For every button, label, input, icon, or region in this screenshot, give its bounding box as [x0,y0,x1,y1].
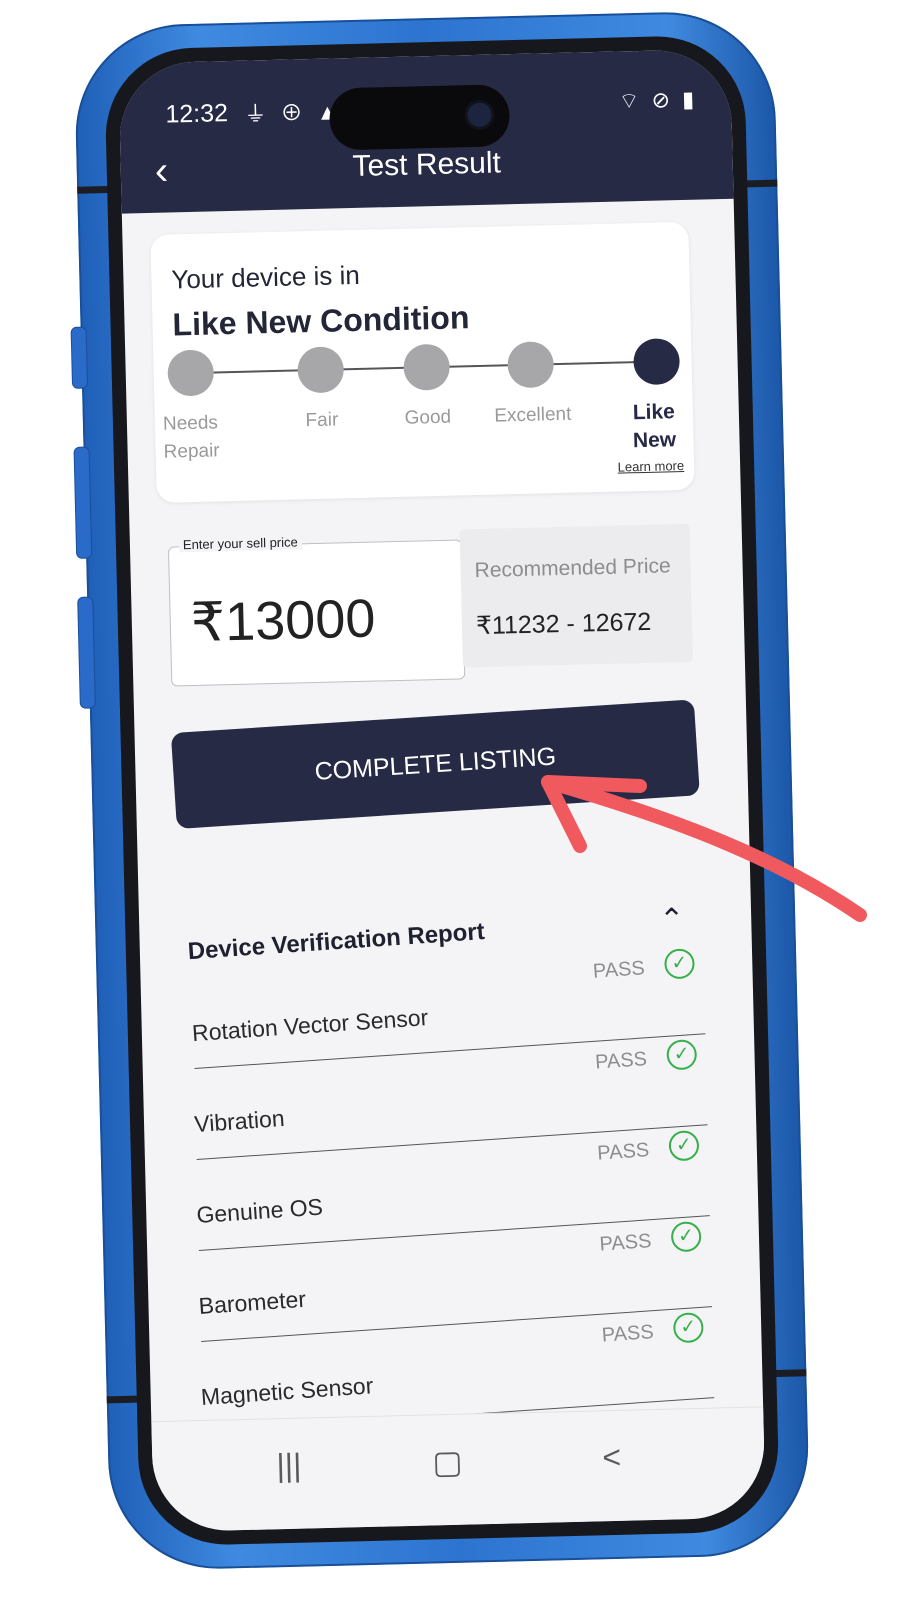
step-label-like-new: Like New [632,400,677,453]
status-time: 12:32 [165,99,229,129]
step-fair [297,346,345,394]
home-button[interactable]: ▢ [432,1443,463,1482]
step-label-good: Good [404,406,452,429]
condition-intro: Your device is in [171,259,361,295]
check-circle-icon: ✓ [670,1220,703,1253]
report-item-status: PASS [594,1048,648,1074]
report-item-name: Vibration [193,1104,286,1138]
dynamic-island [328,84,511,151]
report-title: Device Verification Report [186,918,486,966]
sell-price-input[interactable]: Enter your sell price ₹13000 [167,534,466,687]
chevron-up-icon: ⌃ [658,903,685,937]
report-item-name: Magnetic Sensor [200,1372,375,1410]
condition-title: Like New Condition [172,299,470,343]
report-item-name: Genuine OS [195,1193,324,1229]
learn-more-link[interactable]: Learn more [617,458,684,475]
page-title: Test Result [352,146,502,183]
system-back-button[interactable]: < [602,1439,622,1476]
sell-price-value: ₹13000 [190,588,377,654]
action-button [70,326,89,389]
step-label-fair: Fair [305,409,339,432]
step-like-new [633,338,681,386]
recommended-price-label: Recommended Price [474,554,671,583]
sell-price-label: Enter your sell price [178,534,302,553]
step-good [403,343,451,391]
camera-icon [467,102,492,128]
step-excellent [507,341,555,389]
condition-card: Your device is in Like New Condition Nee… [150,221,695,503]
check-circle-icon: ✓ [663,947,696,980]
app-header: 12:32 ⏚ ⊕ ▲ • ⌔ ⊘ ▮ ‹ Test Result [118,48,734,214]
report-collapse-button[interactable]: ⌃ [659,902,685,938]
report-item-status: PASS [592,957,646,983]
recommended-price-value: ₹11232 - 12672 [475,607,652,641]
step-label-excellent: Excellent [494,403,572,427]
check-circle-icon: ✓ [667,1129,700,1162]
step-label-needs-repair: Needs Repair [162,412,220,463]
system-nav-bar: ||| ▢ < [151,1406,766,1533]
volume-up-button [73,446,93,559]
check-circle-icon: ✓ [665,1038,698,1071]
phone-frame: 12:32 ⏚ ⊕ ▲ • ⌔ ⊘ ▮ ‹ Test Result Your d… [70,9,811,1572]
report-item-status: PASS [598,1230,653,1256]
screen-bezel: 12:32 ⏚ ⊕ ▲ • ⌔ ⊘ ▮ ‹ Test Result Your d… [103,34,781,1547]
report-item-status: PASS [596,1139,650,1165]
screen: 12:32 ⏚ ⊕ ▲ • ⌔ ⊘ ▮ ‹ Test Result Your d… [118,48,766,1533]
report-item-name: Rotation Vector Sensor [191,1004,429,1047]
status-right-icons: ⌔ ⊘ ▮ [618,86,698,114]
step-needs-repair [167,349,215,397]
report-item-name: Barometer [197,1285,307,1320]
recommended-price-box: Recommended Price ₹11232 - 12672 [459,523,693,668]
complete-listing-button[interactable]: COMPLETE LISTING [170,699,700,829]
volume-down-button [77,596,96,709]
report-item-status: PASS [601,1321,655,1347]
check-circle-icon: ✓ [672,1311,705,1344]
recents-button[interactable]: ||| [276,1447,302,1485]
